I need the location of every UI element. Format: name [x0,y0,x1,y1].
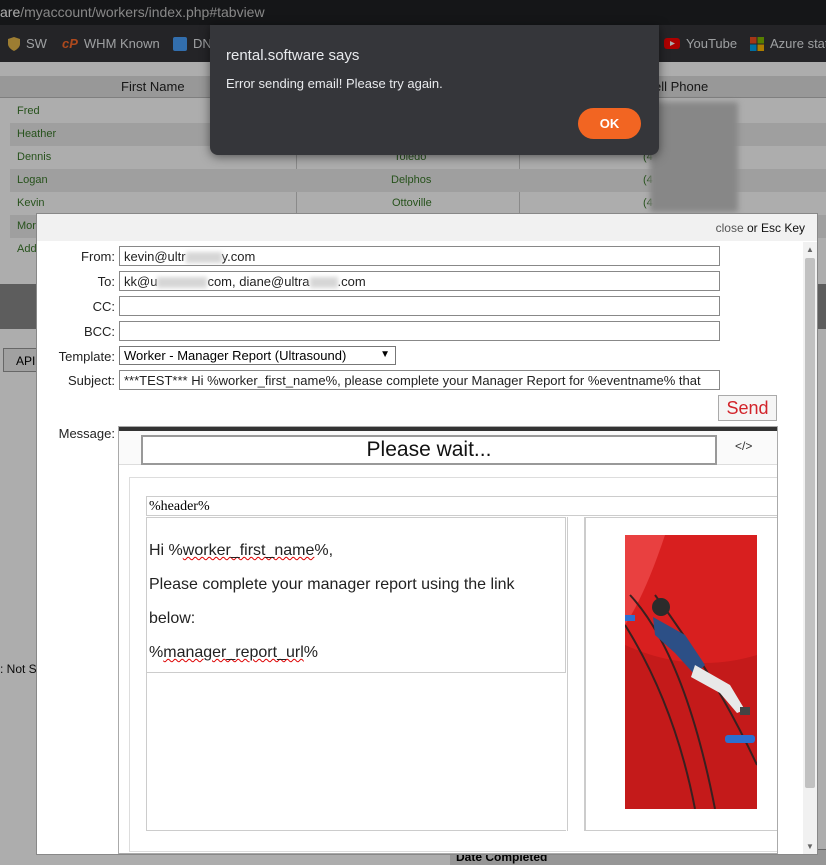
scroll-up-icon[interactable]: ▲ [806,245,814,254]
bcc-field[interactable] [119,321,720,341]
ok-button[interactable]: OK [578,108,641,139]
subject-label: Subject: [68,373,115,388]
alert-dialog: rental.software says Error sending email… [210,25,659,155]
email-modal: close or Esc Key From: kevin@ultr y.com T… [36,213,818,855]
inflatable-slide-photo[interactable] [625,535,757,809]
redacted-text [309,277,338,289]
bcc-row: BCC: [37,321,807,343]
cc-row: CC: [37,296,807,318]
loading-status: Please wait... [141,435,717,465]
bcc-label: BCC: [83,324,115,339]
cc-field[interactable] [119,296,720,316]
greeting-line: Hi %worker_first_name%, [149,542,334,559]
image-cell [585,517,777,831]
from-field[interactable]: kevin@ultr y.com [119,246,720,266]
scroll-down-icon[interactable]: ▼ [806,842,814,851]
dialog-message: Error sending email! Please try again. [226,76,443,91]
from-row: From: kevin@ultr y.com [37,246,807,268]
subject-field[interactable]: ***TEST*** Hi %worker_first_name%, pleas… [119,370,720,390]
editor-body[interactable]: %header% Hi %worker_first_name%, Please … [129,477,777,852]
modal-scrollbar[interactable]: ▲ ▼ [803,242,817,854]
subject-row: Subject: ***TEST*** Hi %worker_first_nam… [37,370,807,392]
message-editor[interactable]: Please wait... </> %header% Hi %worker_f… [118,426,778,854]
scrollbar-thumb[interactable] [805,258,815,788]
editor-toolbar: Please wait... </> [119,431,777,465]
esc-key-hint: or Esc Key [743,221,805,235]
redacted-text [185,252,222,264]
to-label: To: [97,274,115,289]
header-token: %header% [146,496,777,516]
code-view-icon[interactable]: </> [735,439,752,453]
dialog-title: rental.software says [226,47,360,64]
photo-illustration [625,535,757,809]
column-divider [567,517,585,831]
close-link[interactable]: close [716,221,744,235]
redacted-text [157,277,208,289]
template-row: Template: Worker - Manager Report (Ultra… [37,346,807,368]
cc-label: CC: [92,299,115,314]
from-label: From: [81,249,115,264]
email-content[interactable]: Hi %worker_first_name%, Please complete … [146,517,566,673]
table-outline [146,673,566,831]
to-row: To: kk@u com, diane@ultra .com [37,271,807,293]
instruction-line: Please complete your manager report usin… [149,576,515,627]
to-field[interactable]: kk@u com, diane@ultra .com [119,271,720,291]
message-label: Message: [58,426,115,441]
chevron-down-icon: ▼ [380,349,390,360]
send-button[interactable]: Send [718,395,777,421]
modal-header: close or Esc Key [37,214,817,241]
url-line: %manager_report_url% [149,644,318,661]
template-label: Template: [58,349,115,364]
template-select[interactable]: Worker - Manager Report (Ultrasound) ▼ [119,346,396,365]
